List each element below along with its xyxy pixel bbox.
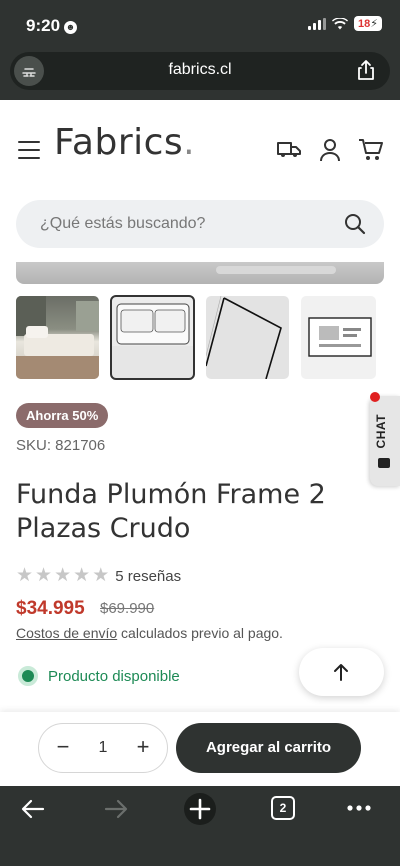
address-bar[interactable]: fabrics.cl — [10, 52, 390, 90]
available-status-icon — [18, 666, 38, 686]
back-arrow-icon[interactable] — [20, 796, 46, 822]
thumbnail-pillows-photo[interactable] — [110, 295, 195, 380]
chat-label: CHAT — [374, 414, 388, 449]
star-icon: ★ — [73, 565, 91, 586]
shipping-info: Costos de envío calculados previo al pag… — [16, 625, 283, 641]
chat-tab[interactable]: CHAT — [370, 392, 400, 486]
cart-icon[interactable] — [358, 138, 384, 162]
browser-bottom-toolbar: 2 — [0, 786, 400, 866]
search-icon[interactable] — [344, 213, 366, 235]
share-icon[interactable] — [356, 59, 376, 81]
reviews-count[interactable]: 5 reseñas — [115, 568, 181, 585]
menu-icon[interactable] — [18, 141, 40, 159]
user-icon[interactable] — [318, 138, 342, 162]
battery-icon: 18⚡ — [354, 16, 382, 31]
forward-arrow-icon[interactable] — [103, 796, 129, 822]
availability-text: Producto disponible — [48, 667, 180, 685]
logo[interactable]: Fabrics. — [54, 122, 195, 163]
delivery-truck-icon[interactable] — [276, 138, 302, 160]
notification-dot — [370, 392, 380, 402]
shipping-costs-link[interactable]: Costos de envío — [16, 625, 117, 641]
wifi-icon — [332, 17, 349, 29]
original-price: $69.990 — [100, 600, 155, 617]
search-bar — [16, 200, 384, 248]
search-input[interactable] — [40, 200, 330, 248]
star-icon: ★ — [35, 565, 53, 586]
quantity-stepper: − 1 + — [38, 723, 168, 773]
focus-icon: ☻ — [64, 21, 78, 34]
new-tab-plus-icon[interactable] — [183, 792, 217, 826]
star-icon: ★ — [16, 565, 34, 586]
thumbnail-bedroom-photo[interactable] — [16, 296, 99, 379]
increase-quantity-button[interactable]: + — [131, 736, 155, 760]
availability: Producto disponible — [18, 666, 180, 686]
thumbnail-gallery — [16, 295, 376, 380]
product-main-image[interactable] — [16, 262, 384, 284]
scroll-to-top-button[interactable] — [299, 648, 384, 696]
discount-badge: Ahorra 50% — [16, 403, 109, 428]
thumbnail-size-chart[interactable] — [301, 296, 376, 379]
site-header: Fabrics. — [0, 100, 400, 190]
thumbnail-border-detail-photo[interactable] — [206, 296, 289, 379]
sale-price: $34.995 — [16, 598, 85, 619]
add-to-cart-button[interactable]: Agregar al carrito — [176, 723, 361, 773]
status-icons: 18⚡ — [308, 16, 382, 31]
signal-icon — [308, 17, 327, 30]
star-icon: ★ — [54, 565, 72, 586]
shipping-note: calculados previo al pago. — [117, 625, 283, 641]
more-options-icon[interactable] — [346, 804, 372, 812]
url-text[interactable]: fabrics.cl — [10, 61, 390, 79]
tabs-count-icon[interactable]: 2 — [271, 796, 295, 820]
star-icon: ★ — [92, 565, 110, 586]
product-title: Funda Plumón Frame 2 Plazas Crudo — [16, 479, 326, 544]
status-time: 9:20 ☻ — [26, 16, 78, 35]
sticky-add-to-cart-bar: − 1 + Agregar al carrito — [0, 712, 400, 786]
arrow-up-icon — [334, 664, 348, 681]
rating[interactable]: ★ ★ ★ ★ ★ 5 reseñas — [16, 566, 181, 586]
browser-top-bar: 9:20 ☻ 18⚡ fabrics.cl — [0, 0, 400, 100]
chat-bubble-icon — [378, 458, 390, 468]
product-sku: SKU: 821706 — [16, 437, 106, 454]
